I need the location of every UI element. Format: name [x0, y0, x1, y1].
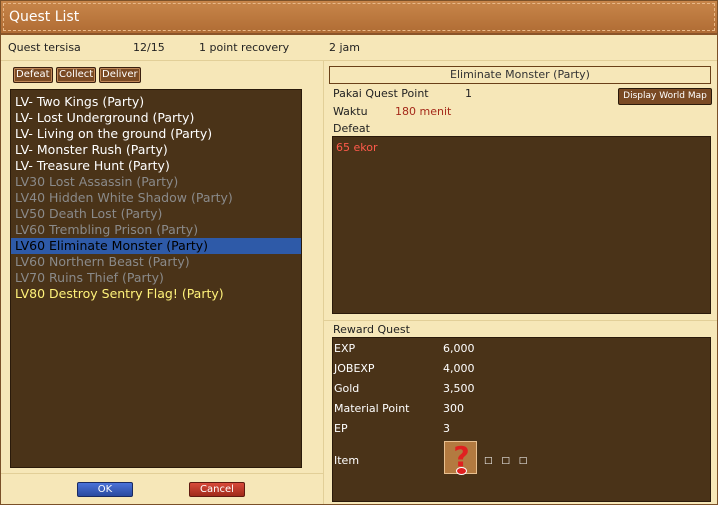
time-value: 180 menit: [395, 105, 452, 118]
quest-item[interactable]: LV60 Northern Beast (Party): [15, 254, 190, 270]
title-bar-border: [3, 3, 715, 31]
quest-point-label: Pakai Quest Point: [333, 87, 429, 100]
quest-item[interactable]: LV- Two Kings (Party): [15, 94, 144, 110]
reward-key: JOBEXP: [334, 362, 375, 375]
objective-text: 65 ekor: [336, 141, 378, 154]
recovery-time: 2 jam: [329, 41, 361, 54]
reward-divider: [324, 320, 717, 321]
window-title: Quest List: [9, 9, 80, 25]
display-world-map-button[interactable]: Display World Map: [618, 88, 712, 105]
quest-item[interactable]: LV50 Death Lost (Party): [15, 206, 162, 222]
question-mark-dot: [456, 467, 467, 475]
cancel-button[interactable]: Cancel: [189, 482, 245, 497]
quest-item[interactable]: LV40 Hidden White Shadow (Party): [15, 190, 233, 206]
ok-button[interactable]: OK: [77, 482, 133, 497]
reward-value: 3: [443, 422, 450, 435]
bottom-divider: [1, 473, 323, 474]
reward-value: 3,500: [443, 382, 475, 395]
reward-key: Gold: [334, 382, 360, 395]
quest-list-window: Quest List Quest tersisa 12/15 1 point r…: [0, 0, 718, 505]
unknown-item-icon[interactable]: ?: [444, 440, 477, 475]
center-divider: [323, 61, 324, 504]
reward-panel: EXP 6,000 JOBEXP 4,000 Gold 3,500 Materi…: [332, 337, 711, 502]
recovery-text: 1 point recovery: [199, 41, 290, 54]
reward-value: 6,000: [443, 342, 475, 355]
reward-label: Reward Quest: [333, 323, 410, 336]
quest-item[interactable]: LV70 Ruins Thief (Party): [15, 270, 164, 286]
objective-panel: 65 ekor: [332, 136, 711, 314]
quest-item[interactable]: LV30 Lost Assassin (Party): [15, 174, 178, 190]
reward-key: EP: [334, 422, 348, 435]
collect-filter-button[interactable]: Collect: [56, 67, 97, 83]
deliver-filter-button[interactable]: Deliver: [99, 67, 141, 83]
time-label: Waktu: [333, 105, 368, 118]
quest-point-value: 1: [465, 87, 472, 100]
quest-item[interactable]: LV- Living on the ground (Party): [15, 126, 212, 142]
reward-key: EXP: [334, 342, 356, 355]
quest-item-selected[interactable]: LV60 Eliminate Monster (Party): [11, 238, 301, 254]
reward-key: Material Point: [334, 402, 410, 415]
reward-value: 300: [443, 402, 464, 415]
top-divider: [1, 60, 717, 61]
objective-label: Defeat: [333, 122, 370, 135]
quest-item[interactable]: LV- Monster Rush (Party): [15, 142, 168, 158]
title-bar[interactable]: Quest List: [1, 1, 717, 35]
reward-value: 4,000: [443, 362, 475, 375]
remaining-count: 12/15: [133, 41, 165, 54]
quest-item[interactable]: LV- Treasure Hunt (Party): [15, 158, 170, 174]
quest-list[interactable]: LV- Two Kings (Party) LV- Lost Undergroun…: [10, 89, 302, 468]
remaining-label: Quest tersisa: [8, 41, 81, 54]
quest-item[interactable]: LV- Lost Underground (Party): [15, 110, 194, 126]
defeat-filter-button[interactable]: Defeat: [13, 67, 53, 83]
quest-item[interactable]: LV60 Trembling Prison (Party): [15, 222, 198, 238]
item-label: Item: [334, 454, 360, 467]
item-name-placeholder: □ □ □: [484, 456, 531, 466]
quest-detail-title: Eliminate Monster (Party): [329, 66, 711, 84]
quest-item[interactable]: LV80 Destroy Sentry Flag! (Party): [15, 286, 224, 302]
